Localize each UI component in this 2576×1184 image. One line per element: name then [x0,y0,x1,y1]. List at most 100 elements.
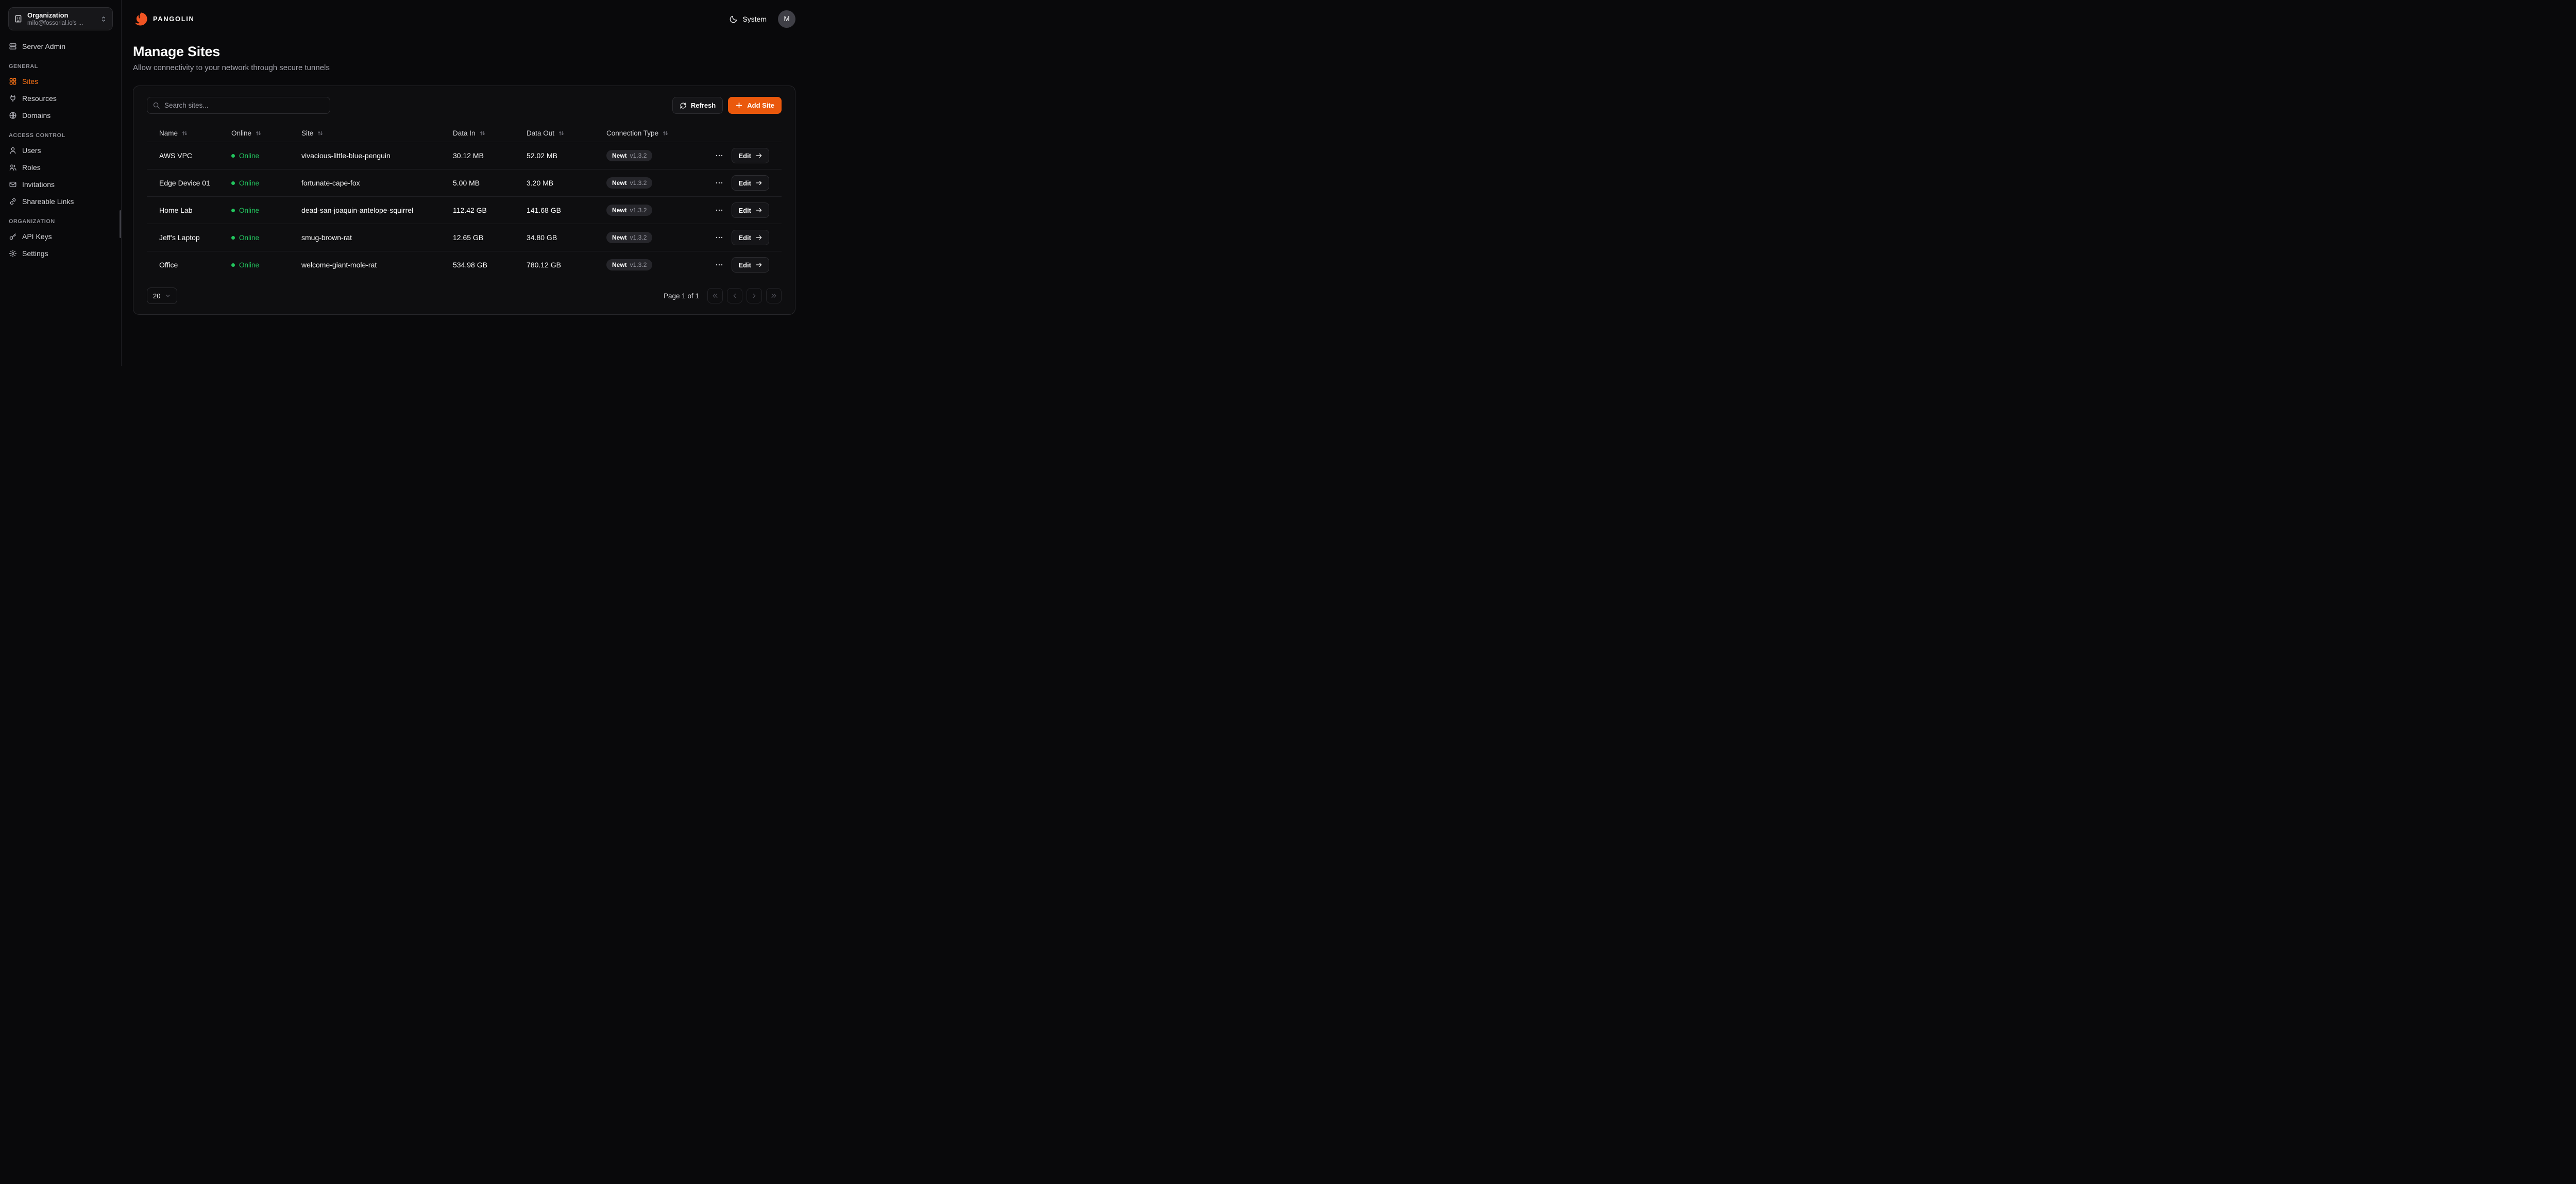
sidebar-item-roles[interactable]: Roles [8,159,113,176]
row-menu-button[interactable] [713,177,725,189]
cell-site: dead-san-joaquin-antelope-squirrel [301,206,453,214]
sort-icon [662,130,669,137]
sort-icon [558,130,565,137]
last-page-button[interactable] [766,288,782,303]
cell-name: Edge Device 01 [159,179,231,187]
cell-actions: Edit [719,175,769,191]
cell-status: Online [231,207,301,214]
sites-card: Refresh Add Site Name Online Site Data In Da… [133,86,795,315]
sidebar-scrollbar[interactable] [120,210,121,238]
brand-name: PANGOLIN [153,15,194,23]
sidebar-item-label: Users [22,146,41,155]
cell-name: Home Lab [159,206,231,214]
cell-connection-type: Newtv1.3.2 [606,232,719,243]
cell-connection-type: Newtv1.3.2 [606,150,719,161]
table-row: Home Lab Online dead-san-joaquin-antelop… [147,196,782,224]
column-header-site[interactable]: Site [301,129,453,137]
arrow-right-icon [755,234,762,241]
edit-button[interactable]: Edit [732,202,769,218]
server-icon [9,42,17,50]
refresh-icon [680,102,687,109]
online-dot [231,209,235,212]
table-footer: 20 Page 1 of 1 [147,287,782,304]
edit-button[interactable]: Edit [732,175,769,191]
column-header-online[interactable]: Online [231,129,301,137]
cell-site: vivacious-little-blue-penguin [301,151,453,160]
cell-status: Online [231,234,301,242]
sidebar-item-label: Invitations [22,180,55,189]
sidebar-item-api-keys[interactable]: API Keys [8,228,113,245]
cell-name: AWS VPC [159,151,231,160]
sidebar-item-label: Settings [22,249,48,258]
sidebar-item-label: Roles [22,163,41,172]
sidebar-item-domains[interactable]: Domains [8,107,113,124]
cell-data-out: 34.80 GB [527,233,606,242]
user-icon [9,146,17,155]
cell-data-out: 52.02 MB [527,151,606,160]
page-size-select[interactable]: 20 [147,287,177,304]
cell-site: smug-brown-rat [301,233,453,242]
edit-button[interactable]: Edit [732,257,769,273]
add-site-button[interactable]: Add Site [728,97,782,114]
column-header-name[interactable]: Name [159,129,231,137]
column-header-data-in[interactable]: Data In [453,129,527,137]
column-header-data-out[interactable]: Data Out [527,129,606,137]
globe-icon [9,111,17,120]
search-box [147,97,330,114]
row-menu-button[interactable] [713,204,725,216]
sidebar-item-sites[interactable]: Sites [8,73,113,90]
refresh-label: Refresh [691,102,716,109]
refresh-button[interactable]: Refresh [672,97,723,114]
status-label: Online [239,261,259,269]
org-switcher[interactable]: Organization milo@fossorial.io's ... [8,7,113,30]
status-label: Online [239,152,259,160]
row-menu-button[interactable] [713,259,725,271]
previous-page-button[interactable] [727,288,742,303]
ellipsis-icon [715,206,723,214]
first-page-button[interactable] [707,288,723,303]
column-label: Site [301,129,313,137]
column-label: Data Out [527,129,554,137]
arrow-right-icon [755,261,762,268]
cell-connection-type: Newtv1.3.2 [606,259,719,270]
sidebar-item-invitations[interactable]: Invitations [8,176,113,193]
pager: Page 1 of 1 [664,288,782,303]
connection-name: Newt [612,179,627,187]
edit-label: Edit [738,207,751,214]
edit-button[interactable]: Edit [732,230,769,245]
status-label: Online [239,179,259,187]
edit-button[interactable]: Edit [732,148,769,163]
resources-icon [9,94,17,103]
sidebar-item-settings[interactable]: Settings [8,245,113,262]
row-menu-button[interactable] [713,149,725,162]
next-page-button[interactable] [747,288,762,303]
search-input[interactable] [164,102,325,109]
table-body: AWS VPC Online vivacious-little-blue-pen… [147,142,782,278]
gear-icon [9,249,17,258]
avatar[interactable]: M [778,10,795,28]
sidebar-item-shareable-links[interactable]: Shareable Links [8,193,113,210]
sidebar-item-users[interactable]: Users [8,142,113,159]
ellipsis-icon [715,151,723,160]
org-switcher-subtitle: milo@fossorial.io's ... [27,20,95,26]
chevron-down-icon [165,293,171,299]
theme-toggle[interactable]: System [730,15,767,23]
status-label: Online [239,207,259,214]
cell-actions: Edit [719,148,769,163]
column-label: Online [231,129,251,137]
search-icon [152,102,160,109]
column-header-connection-type[interactable]: Connection Type [606,129,719,137]
sidebar-item-resources[interactable]: Resources [8,90,113,107]
edit-label: Edit [738,261,751,269]
row-menu-button[interactable] [713,231,725,244]
sidebar-item-server-admin[interactable]: Server Admin [8,38,113,55]
sort-icon [255,130,262,137]
column-label: Data In [453,129,476,137]
add-site-label: Add Site [747,102,774,109]
connection-name: Newt [612,234,627,241]
column-label: Name [159,129,178,137]
sidebar-section-label: GENERAL [9,63,113,70]
chevron-right-icon [751,292,758,299]
connection-name: Newt [612,261,627,268]
sidebar: Organization milo@fossorial.io's ... Ser… [0,0,122,366]
